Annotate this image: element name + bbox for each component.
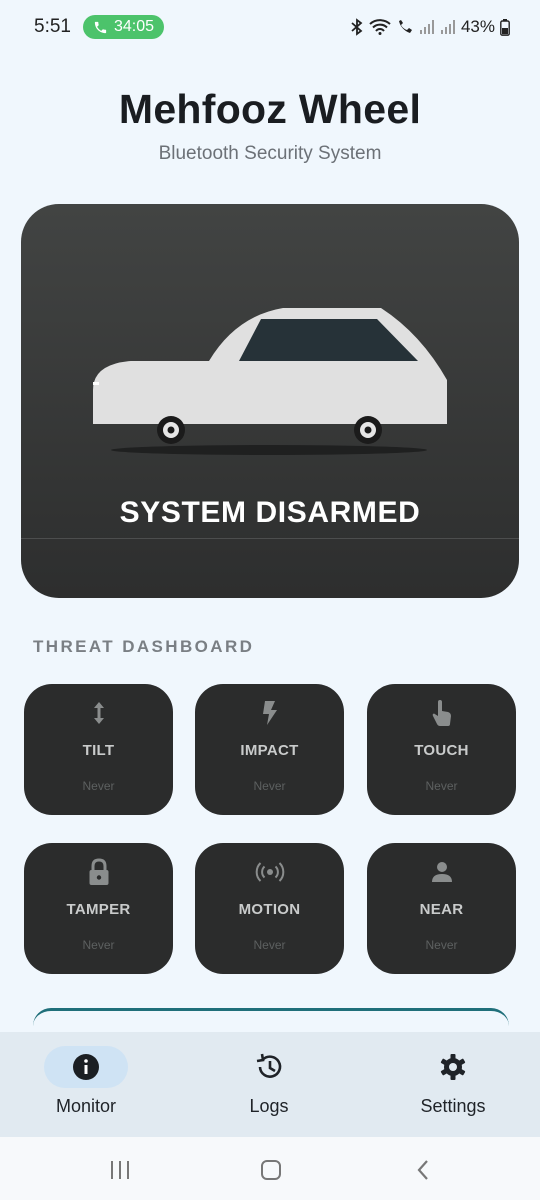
tile-value: Never	[82, 938, 115, 952]
next-card-edge	[33, 1008, 509, 1032]
recent-apps-button[interactable]	[105, 1159, 135, 1181]
threat-tile-impact[interactable]: IMPACT Never	[195, 684, 344, 815]
signal-icon	[419, 20, 434, 34]
tile-value: Never	[425, 938, 458, 952]
tile-value: Never	[253, 779, 286, 793]
system-status-text: SYSTEM DISARMED	[119, 496, 421, 529]
home-icon	[261, 1160, 281, 1180]
app-title: Mehfooz Wheel	[118, 86, 422, 132]
lightning-icon	[195, 698, 344, 728]
app-subtitle: Bluetooth Security System	[158, 143, 382, 164]
car-illustration	[93, 308, 447, 455]
back-button[interactable]	[408, 1159, 438, 1181]
nav-monitor[interactable]: Monitor	[0, 1032, 176, 1137]
threat-tile-tamper[interactable]: TAMPER Never	[24, 843, 173, 974]
lock-icon	[24, 857, 173, 887]
tile-label: MOTION	[238, 901, 301, 918]
gear-icon	[411, 1046, 495, 1088]
info-icon	[44, 1046, 128, 1088]
bluetooth-icon	[351, 18, 363, 36]
status-icons: 43%	[350, 17, 510, 37]
history-icon	[227, 1046, 311, 1088]
threat-tile-touch[interactable]: TOUCH Never	[367, 684, 516, 815]
battery-percent: 43%	[460, 17, 495, 36]
tile-value: Never	[253, 938, 286, 952]
tile-value: Never	[82, 779, 115, 793]
vertical-arrows-icon	[24, 698, 173, 728]
wifi-call-icon	[398, 19, 412, 33]
system-navigation-bar	[0, 1137, 540, 1200]
radar-waves-icon	[195, 857, 344, 887]
battery-icon	[500, 18, 510, 36]
signal-icon	[440, 20, 455, 34]
tile-label: NEAR	[419, 901, 464, 918]
wifi-icon	[369, 19, 391, 35]
touch-hand-icon	[367, 698, 516, 728]
threat-dashboard-label: THREAT DASHBOARD	[33, 637, 255, 656]
back-icon	[417, 1160, 428, 1180]
nav-logs[interactable]: Logs	[179, 1032, 359, 1137]
tile-label: TAMPER	[66, 901, 131, 918]
bottom-navigation: Monitor Logs Settings	[0, 1032, 540, 1137]
threat-tile-near[interactable]: NEAR Never	[367, 843, 516, 974]
nav-settings[interactable]: Settings	[363, 1032, 540, 1137]
person-icon	[367, 857, 516, 887]
threat-tile-motion[interactable]: MOTION Never	[195, 843, 344, 974]
tile-label: TILT	[82, 742, 115, 759]
call-indicator[interactable]: 34:05	[82, 15, 165, 39]
call-timer: 34:05	[113, 18, 155, 35]
tile-label: IMPACT	[240, 742, 299, 759]
nav-label: Logs	[249, 1096, 289, 1116]
nav-label: Settings	[420, 1096, 486, 1116]
home-button[interactable]	[256, 1159, 286, 1181]
status-bar: 5:51 34:05 43%	[0, 0, 540, 54]
tile-value: Never	[425, 779, 458, 793]
recent-apps-icon	[111, 1161, 129, 1179]
security-status-card[interactable]: SYSTEM DISARMED	[21, 204, 519, 598]
phone-icon	[94, 21, 107, 33]
divider	[21, 538, 519, 539]
status-time: 5:51	[34, 16, 71, 37]
threat-tile-tilt[interactable]: TILT Never	[24, 684, 173, 815]
nav-label: Monitor	[55, 1096, 117, 1116]
tile-label: TOUCH	[414, 742, 469, 759]
